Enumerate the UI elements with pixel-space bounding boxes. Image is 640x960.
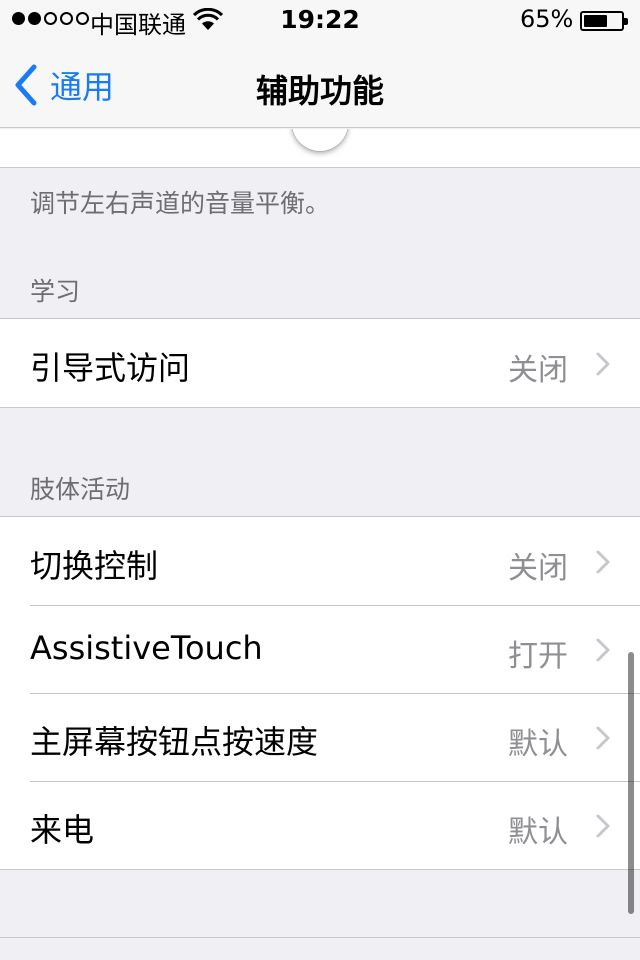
row-label: 主屏幕按钮点按速度 (30, 723, 319, 761)
row-value: 默认 (508, 815, 568, 850)
row-assistivetouch[interactable]: AssistiveTouch 打开 (0, 605, 640, 693)
row-label: 切换控制 (30, 547, 159, 585)
row-value: 关闭 (508, 353, 568, 388)
chevron-right-icon (596, 814, 610, 838)
page-title: 辅助功能 (255, 72, 384, 110)
balance-footnote: 调节左右声道的音量平衡。 (30, 189, 331, 218)
group-learning: 引导式访问 关闭 (0, 318, 640, 408)
row-label: AssistiveTouch (30, 629, 263, 667)
row-home-click-speed[interactable]: 主屏幕按钮点按速度 默认 (0, 693, 640, 781)
row-value: 默认 (508, 727, 568, 762)
row-label: 来电 (30, 811, 95, 849)
chevron-right-icon (596, 550, 610, 574)
accessibility-settings-screen: 中国联通 19:22 65% 通用 辅助功能 调节左右声道的音量平衡。 学习 引… (0, 0, 640, 960)
chevron-right-icon (596, 352, 610, 376)
battery-icon (580, 11, 628, 31)
battery-nub (624, 18, 628, 25)
section-header-learning: 学习 (30, 277, 81, 306)
row-label: 引导式访问 (30, 349, 191, 387)
status-bar: 中国联通 19:22 65% (0, 0, 640, 40)
row-value: 关闭 (508, 551, 568, 586)
top-bar: 中国联通 19:22 65% 通用 辅助功能 (0, 0, 640, 128)
section-header-motor: 肢体活动 (30, 475, 131, 504)
chevron-right-icon (596, 638, 610, 662)
navigation-bar: 通用 辅助功能 (0, 40, 640, 128)
row-switch-control[interactable]: 切换控制 关闭 (0, 517, 640, 605)
next-group-edge (0, 937, 640, 938)
chevron-right-icon (596, 726, 610, 750)
group-motor: 切换控制 关闭 AssistiveTouch 打开 主屏幕按钮点按速度 默认 来… (0, 516, 640, 870)
balance-slider-thumb[interactable] (292, 129, 348, 151)
battery-percentage: 65% (520, 5, 574, 33)
battery-fill (584, 15, 607, 27)
row-value: 打开 (508, 639, 568, 674)
row-guided-access[interactable]: 引导式访问 关闭 (0, 319, 640, 407)
scroll-indicator[interactable] (628, 652, 634, 914)
balance-slider-row (0, 129, 640, 168)
row-incoming-calls[interactable]: 来电 默认 (0, 781, 640, 869)
